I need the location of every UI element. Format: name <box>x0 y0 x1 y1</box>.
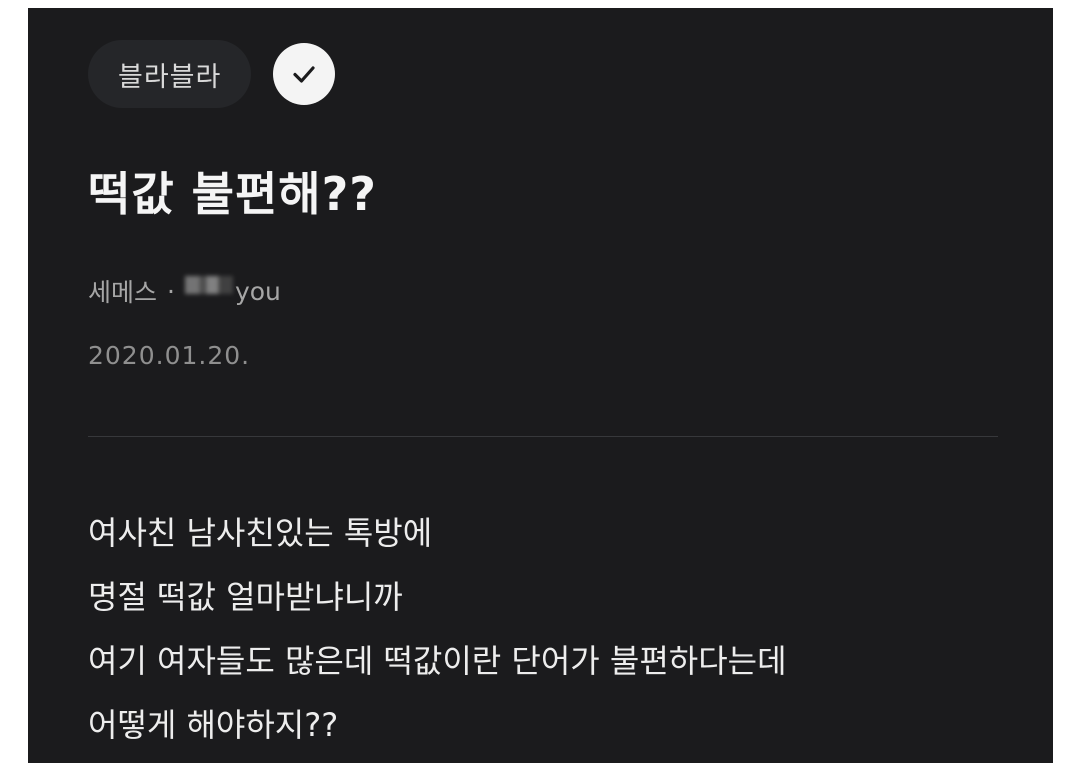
body-line: 어떻게 해야하지?? <box>88 706 339 744</box>
check-glyph <box>293 66 315 83</box>
post-date: 2020.01.20. <box>88 341 251 370</box>
divider <box>88 436 998 437</box>
post-title: 떡값 불편해?? <box>88 167 377 221</box>
topic-tag[interactable]: 블라블라 <box>88 40 252 108</box>
author-nickname: you <box>234 276 281 306</box>
topic-tag-label: 블라블라 <box>118 61 222 93</box>
body-line: 명절 떡값 얼마받냐니까 <box>88 578 403 616</box>
tag-row: 블라블라 <box>88 40 336 108</box>
check-circle-icon <box>273 43 336 105</box>
blurred-nickname <box>184 276 233 294</box>
meta-separator: · <box>167 276 175 306</box>
author-company[interactable]: 세메스 <box>88 273 157 309</box>
post-meta: 세메스 · you <box>88 273 281 309</box>
body-line: 여기 여자들도 많은데 떡값이란 단어가 불편하다는데 <box>88 642 787 680</box>
body-line: 여사친 남사친있는 톡방에 <box>88 514 433 552</box>
post-card: 블라블라 떡값 불편해?? 세메스 · you 2020.01.20. 여사친 … <box>28 8 1053 763</box>
post-body: 여사친 남사친있는 톡방에 명절 떡값 얼마받냐니까 여기 여자들도 많은데 떡… <box>88 501 787 757</box>
